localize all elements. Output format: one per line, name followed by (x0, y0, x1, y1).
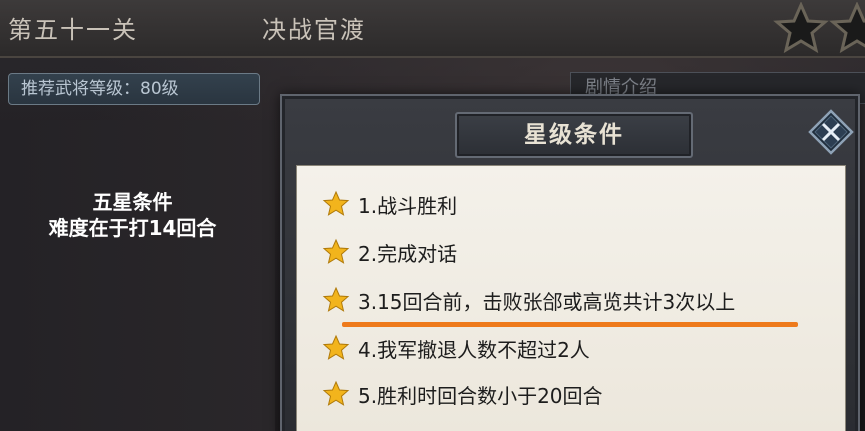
condition-text: 3.15回合前，击败张郃或高览共计3次以上 (358, 289, 736, 314)
level-title: 决战官渡 (262, 16, 366, 44)
highlight-underline (342, 322, 798, 327)
star-icon (322, 190, 350, 218)
dialog-title: 星级条件 (455, 112, 693, 158)
condition-item: 5.胜利时回合数小于20回合 (322, 379, 603, 409)
condition-item: 2.完成对话 (322, 237, 457, 267)
star-icon (322, 238, 350, 266)
close-icon (808, 109, 854, 155)
difficulty-annotation: 难度在于打14回合 (48, 216, 217, 240)
level-name: 第五十一关 (8, 16, 138, 44)
condition-text: 4.我军撤退人数不超过2人 (358, 337, 590, 362)
condition-item: 3.15回合前，击败张郃或高览共计3次以上 (322, 285, 735, 315)
condition-text: 2.完成对话 (358, 241, 458, 266)
left-panel (0, 120, 275, 431)
condition-item: 4.我军撤退人数不超过2人 (322, 333, 590, 363)
condition-item: 1.战斗胜利 (322, 189, 457, 219)
condition-text: 5.胜利时回合数小于20回合 (358, 383, 603, 408)
five-star-annotation: 五星条件 (92, 190, 173, 214)
star-icon (322, 334, 350, 362)
top-bar: 第五十一关 决战官渡 (0, 0, 865, 58)
close-button[interactable] (808, 109, 854, 155)
rating-star-icon (829, 1, 865, 54)
condition-text: 1.战斗胜利 (358, 193, 458, 218)
star-icon (322, 380, 350, 408)
star-icon (322, 286, 350, 314)
recommended-level-badge: 推荐武将等级：80级 (8, 73, 260, 105)
rating-star-icon (773, 1, 829, 54)
